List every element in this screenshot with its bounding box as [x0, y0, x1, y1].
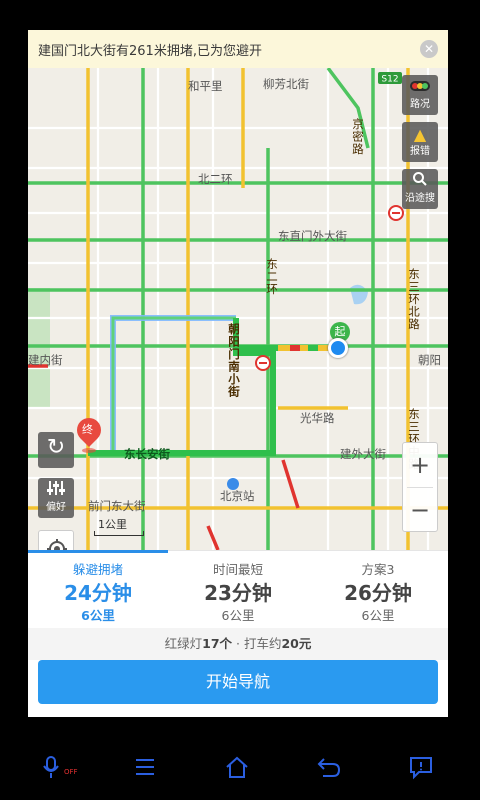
feedback-icon[interactable] [406, 754, 436, 780]
current-location-marker [328, 338, 348, 358]
route-option-time: 24分钟 [64, 581, 132, 605]
map-scale-label: 1公里 [98, 518, 127, 531]
microphone-icon[interactable] [36, 754, 66, 780]
summary-separator: · [232, 636, 244, 651]
congestion-notice: 建国门北大街有261米拥堵,已为您避开 ✕ [28, 30, 448, 68]
road-label: 东三环北路 [407, 268, 421, 331]
end-marker-base [82, 448, 96, 453]
back-icon[interactable] [314, 754, 344, 780]
route-summary: 红绿灯17个 · 打车约20元 [28, 628, 448, 660]
route-option-distance: 6公里 [361, 608, 395, 623]
route-option-time: 23分钟 [204, 581, 272, 605]
traffic-light-icon [402, 77, 438, 99]
taxi-fare-prefix: 打车约 [243, 636, 282, 651]
end-marker-label: 终 [82, 423, 93, 436]
map-label: 建外大街 [340, 447, 386, 461]
home-icon[interactable] [222, 754, 252, 780]
report-error-button[interactable]: ▲ 报错 [402, 122, 438, 162]
locate-icon [47, 539, 67, 550]
preference-button[interactable]: 偏好 [38, 478, 74, 518]
map-label: 和平里 [188, 79, 223, 93]
search-along-button[interactable]: 沿途搜 [402, 169, 438, 209]
route-option-name: 时间最短 [212, 562, 263, 577]
search-along-label: 沿途搜 [405, 193, 435, 204]
route-option-fastest[interactable]: 时间最短 23分钟 6公里 [168, 551, 308, 628]
route-option-time: 26分钟 [344, 581, 412, 605]
notice-text: 建国门北大街有261米拥堵,已为您避开 [38, 43, 262, 59]
preference-label: 偏好 [46, 502, 66, 513]
map-label: 建内街 [28, 353, 63, 367]
start-navigation-button[interactable]: 开始导航 [38, 660, 438, 704]
warning-icon: ▲ [413, 125, 427, 144]
zoom-out-button[interactable]: − [403, 488, 437, 532]
map-scale-bar [94, 531, 144, 536]
refresh-route-button[interactable]: ↻ [38, 432, 74, 468]
map-view[interactable]: S12 和平里 柳芳北街 北二环 东直门外大街 光华路 北京站 建外大街 前门东… [28, 68, 448, 550]
traffic-lights-prefix: 红绿灯 [164, 636, 203, 651]
map-canvas: S12 [28, 68, 448, 550]
phone-screen: 建国门北大街有261米拥堵,已为您避开 ✕ S12 和平里 柳芳北街 北二环 东… [0, 0, 480, 800]
refresh-icon: ↻ [46, 435, 66, 460]
system-navigation-bar [0, 740, 480, 792]
route-option-name: 躲避拥堵 [72, 562, 123, 577]
route-option-name: 方案3 [361, 562, 395, 577]
microphone-off-label: OFF [64, 768, 78, 776]
report-error-label: 报错 [410, 146, 430, 157]
map-label: 北京站 [220, 489, 255, 503]
map-label: 北二环 [198, 172, 233, 186]
navigation-app: 建国门北大街有261米拥堵,已为您避开 ✕ S12 和平里 柳芳北街 北二环 东… [28, 30, 448, 717]
menu-icon[interactable] [130, 754, 160, 780]
road-label: 朝阳门南小街 [227, 323, 241, 398]
traffic-button[interactable]: 路况 [402, 75, 438, 115]
map-label: 前门东大街 [88, 499, 146, 513]
road-label: 东长安街 [124, 447, 170, 461]
locate-button[interactable] [38, 530, 74, 550]
route-option-avoid-congestion[interactable]: 躲避拥堵 24分钟 6公里 [28, 550, 168, 628]
map-label: 东直门外大街 [278, 229, 347, 243]
route-option-distance: 6公里 [81, 608, 115, 623]
svg-text:S12: S12 [381, 75, 398, 85]
traffic-lights-count: 17个 [202, 636, 233, 651]
taxi-fare-value: 20元 [281, 636, 312, 651]
route-option-distance: 6公里 [221, 608, 255, 623]
route-option-plan-3[interactable]: 方案3 26分钟 6公里 [308, 551, 448, 628]
search-icon [402, 171, 438, 193]
road-label: 京密路 [351, 118, 365, 156]
map-label: 光华路 [300, 411, 335, 425]
zoom-in-button[interactable]: + [403, 443, 437, 487]
preference-icon [38, 480, 74, 502]
route-options: 躲避拥堵 24分钟 6公里 时间最短 23分钟 6公里 方案3 26分钟 6公里 [28, 550, 448, 628]
zoom-control: + − [402, 442, 438, 532]
map-label: 朝阳 [418, 353, 441, 367]
road-label: 东二环 [265, 258, 279, 296]
map-label: 柳芳北街 [263, 77, 309, 91]
traffic-label: 路况 [410, 99, 430, 110]
close-icon[interactable]: ✕ [420, 40, 438, 58]
